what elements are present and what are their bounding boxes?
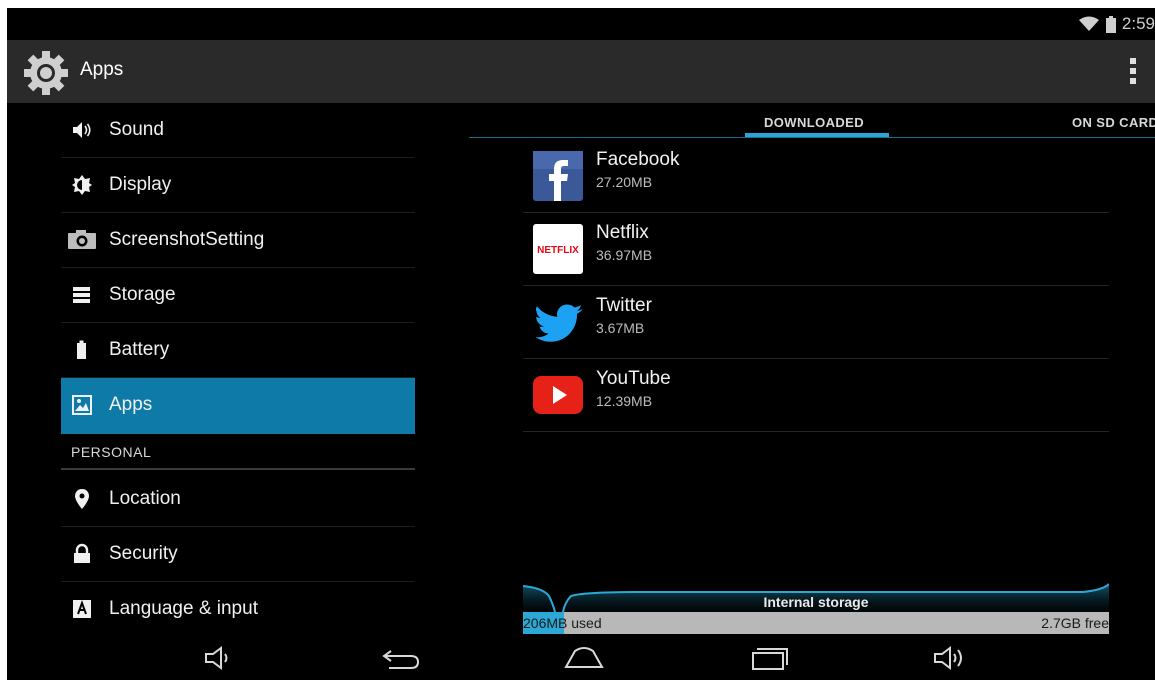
sidebar-item-location[interactable]: Location <box>61 472 415 527</box>
settings-list: Sound Display ScreenshotSetting Storage <box>61 103 415 637</box>
app-size: 3.67MB <box>596 320 645 336</box>
sidebar-item-label: Security <box>109 543 178 564</box>
sidebar-item-display[interactable]: Display <box>61 158 415 213</box>
sidebar-item-label: Sound <box>109 119 164 140</box>
app-list-item-facebook[interactable]: Facebook 27.20MB <box>523 140 1109 213</box>
home-icon[interactable] <box>562 642 606 674</box>
recents-icon[interactable] <box>747 642 791 674</box>
storage-title: Internal storage <box>763 594 869 610</box>
facebook-icon <box>533 149 583 203</box>
volume-down-icon[interactable] <box>197 642 241 674</box>
app-name: Netflix <box>596 222 649 243</box>
storage-usage-bar: 206MB used 2.7GB free <box>523 612 1109 634</box>
location-pin-icon <box>71 488 93 510</box>
page-title: Apps <box>80 59 124 80</box>
app-list-item-netflix[interactable]: NETFLIX Netflix 36.97MB <box>523 213 1109 286</box>
sidebar-item-battery[interactable]: Battery <box>61 323 415 378</box>
storage-icon <box>71 284 93 306</box>
sidebar-item-label: Apps <box>109 394 153 415</box>
settings-gear-icon[interactable] <box>23 50 69 96</box>
battery-icon <box>1105 15 1116 33</box>
android-tablet-screen: 2:59 Apps Sound Display ScreenshotSettin… <box>7 8 1155 680</box>
overflow-menu-icon[interactable] <box>1129 58 1137 84</box>
sidebar-item-language-input[interactable]: Language & input <box>61 582 415 637</box>
volume-icon <box>71 119 93 141</box>
app-list-item-twitter[interactable]: Twitter 3.67MB <box>523 286 1109 359</box>
app-size: 27.20MB <box>596 174 653 190</box>
apps-icon <box>71 394 93 416</box>
sidebar-item-label: Location <box>109 488 181 509</box>
sidebar-item-security[interactable]: Security <box>61 527 415 582</box>
sidebar-item-apps[interactable]: Apps <box>61 378 415 434</box>
youtube-icon <box>533 368 583 422</box>
status-time: 2:59 <box>1121 14 1155 33</box>
storage-used-label: 206MB used <box>523 615 602 631</box>
back-icon[interactable] <box>379 642 423 674</box>
volume-up-icon[interactable] <box>929 642 973 674</box>
app-name: YouTube <box>596 368 671 389</box>
keyboard-icon <box>71 598 93 620</box>
status-icons: 2:59 <box>1078 14 1155 34</box>
app-name: Twitter <box>596 295 652 316</box>
wifi-icon <box>1078 16 1100 32</box>
sidebar-item-label: ScreenshotSetting <box>109 229 265 250</box>
svg-text:NETFLIX: NETFLIX <box>537 245 579 256</box>
top-caption-strip <box>0 0 1155 8</box>
navigation-bar <box>7 634 1155 680</box>
sidebar-item-storage[interactable]: Storage <box>61 268 415 323</box>
lock-icon <box>71 543 93 565</box>
app-size: 36.97MB <box>596 247 653 263</box>
app-name: Facebook <box>596 149 680 170</box>
sidebar-item-label: Display <box>109 174 172 195</box>
sidebar-item-label: Storage <box>109 284 176 305</box>
app-size: 12.39MB <box>596 393 653 409</box>
camera-icon <box>67 229 97 251</box>
section-header-label: PERSONAL <box>71 444 152 460</box>
action-bar: Apps <box>7 40 1155 103</box>
active-tab-indicator <box>745 133 889 137</box>
storage-free-label: 2.7GB free <box>1041 615 1109 631</box>
app-list-tabs: DOWNLOADED ON SD CARD <box>469 103 1155 138</box>
netflix-icon: NETFLIX <box>533 222 583 276</box>
app-list-item-youtube[interactable]: YouTube 12.39MB <box>523 359 1109 432</box>
sidebar-item-label: Battery <box>109 339 170 360</box>
tab-on-sd-card[interactable]: ON SD CARD <box>1072 115 1155 130</box>
battery-icon <box>71 339 93 361</box>
section-header-personal: PERSONAL <box>61 434 415 470</box>
brightness-icon <box>71 174 93 196</box>
twitter-icon <box>533 295 583 349</box>
sidebar-item-sound[interactable]: Sound <box>61 103 415 158</box>
status-bar: 2:59 <box>7 8 1155 40</box>
sidebar-item-label: Language & input <box>109 598 258 619</box>
sidebar-item-screenshot-setting[interactable]: ScreenshotSetting <box>61 213 415 268</box>
tab-downloaded[interactable]: DOWNLOADED <box>764 115 864 130</box>
